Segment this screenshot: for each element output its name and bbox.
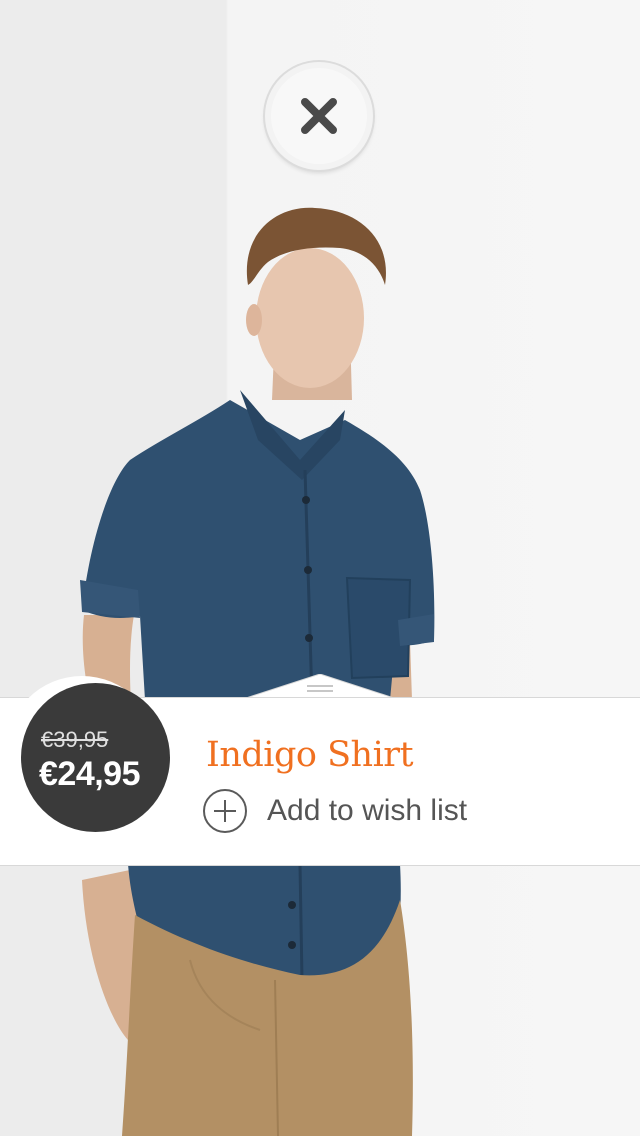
add-to-wishlist-button[interactable]: Add to wish list xyxy=(203,787,467,835)
drag-handle[interactable] xyxy=(307,685,333,687)
original-price: €39,95 xyxy=(41,727,109,752)
plus-icon xyxy=(203,789,247,833)
sale-price: €24,95 xyxy=(39,755,141,793)
wishlist-label: Add to wish list xyxy=(267,794,468,827)
model-illustration xyxy=(80,207,435,1136)
product-title: Indigo Shirt xyxy=(206,735,414,775)
close-button[interactable] xyxy=(265,62,373,170)
product-photo xyxy=(0,0,640,1136)
close-icon xyxy=(301,98,337,134)
price-badge: €39,95 €24,95 xyxy=(21,683,170,832)
